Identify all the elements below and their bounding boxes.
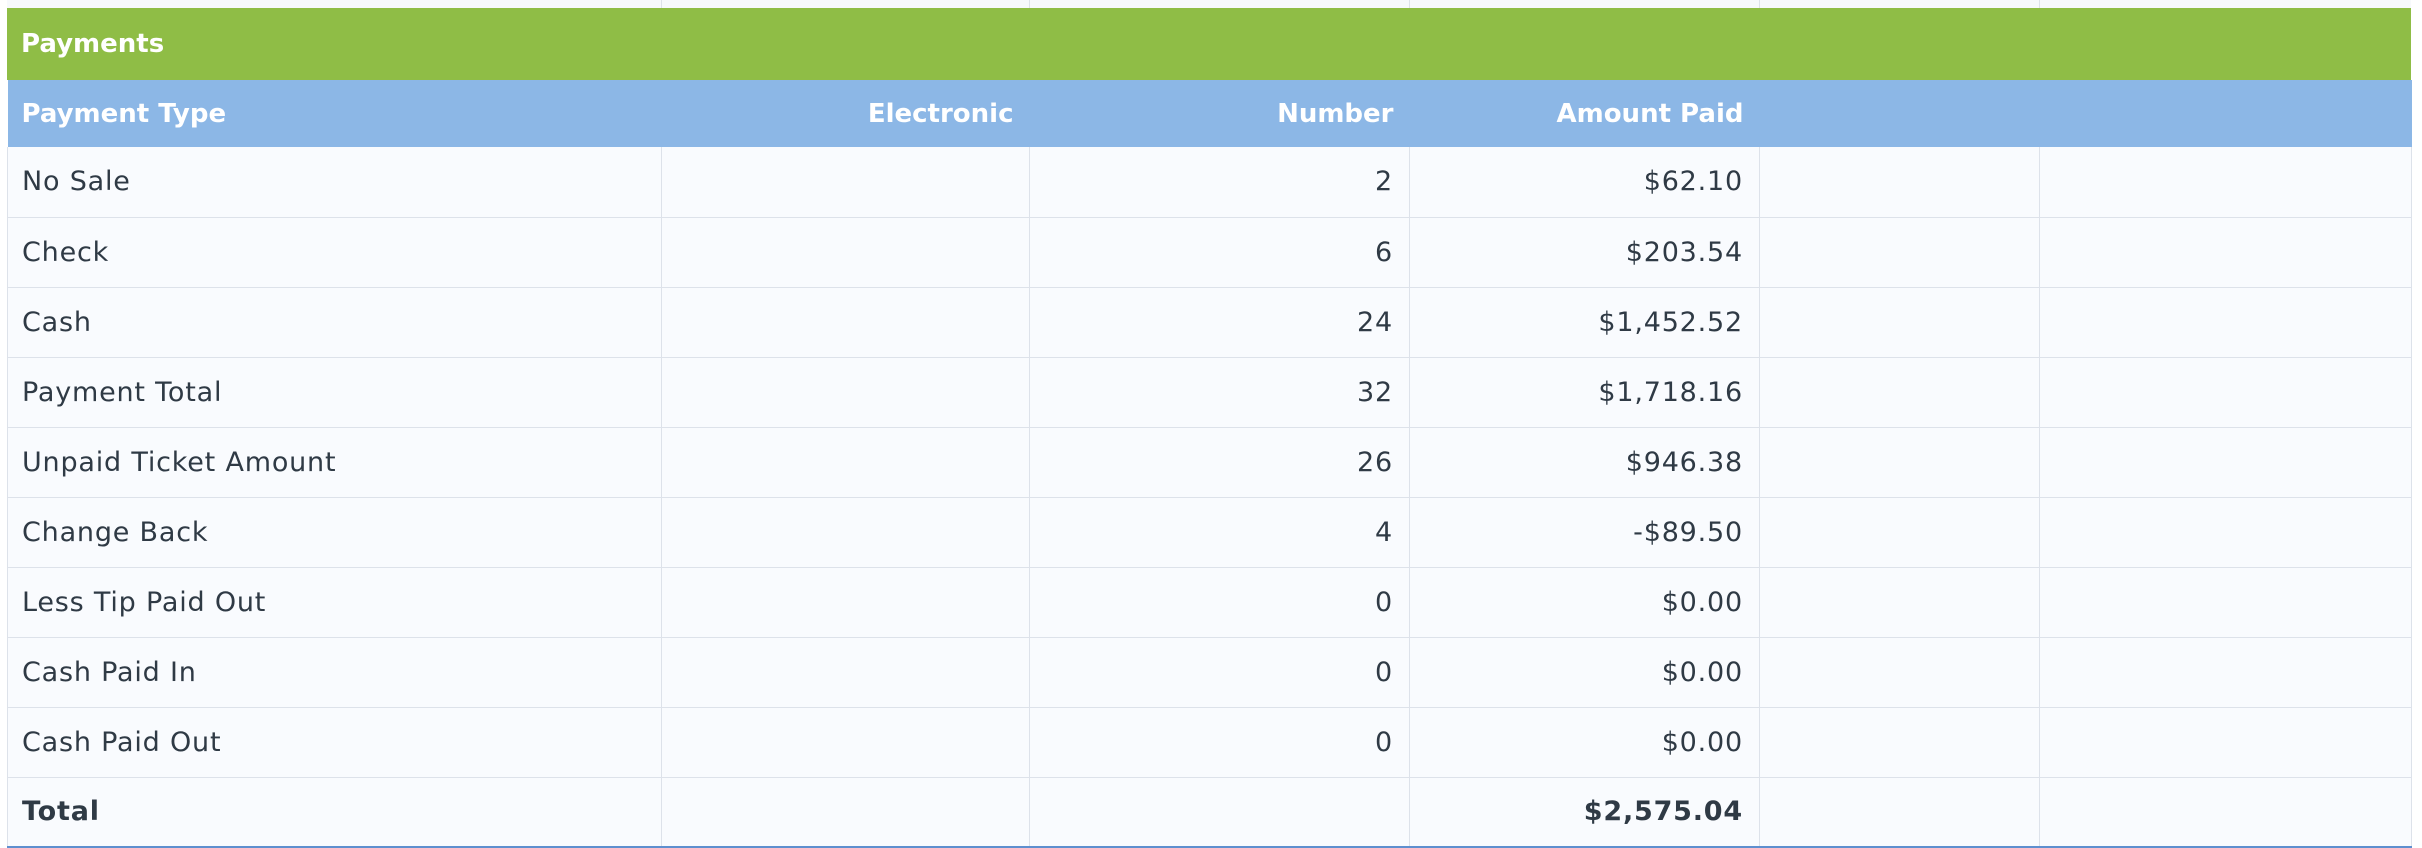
total-amount-paid: $2,575.04	[1409, 776, 1760, 848]
column-header-payment-type[interactable]: Payment Type	[7, 80, 662, 147]
amount-paid-cell: $1,718.16	[1409, 356, 1760, 428]
number-cell: 32	[1029, 356, 1410, 428]
amount-paid-cell: $946.38	[1409, 426, 1760, 498]
table-header-row: Payment Type Electronic Number Amount Pa…	[7, 80, 2412, 147]
empty-cell	[1759, 706, 2040, 778]
total-row[interactable]: Total $2,575.04	[7, 776, 2412, 848]
electronic-cell	[661, 286, 1030, 358]
table-row[interactable]: Change Back 4 -$89.50	[7, 496, 2412, 568]
payment-type-cell: Check	[7, 216, 662, 288]
column-header-empty	[2039, 80, 2412, 147]
electronic-cell	[661, 216, 1030, 288]
empty-cell	[1759, 566, 2040, 638]
payment-type-cell: No Sale	[7, 147, 662, 218]
grid-line	[661, 0, 662, 8]
payments-report: Payments Payment Type Electronic Number …	[7, 0, 2412, 848]
payment-type-cell: Cash Paid Out	[7, 706, 662, 778]
column-header-electronic[interactable]: Electronic	[661, 80, 1030, 147]
electronic-cell	[661, 147, 1030, 218]
table-row[interactable]: Check 6 $203.54	[7, 216, 2412, 288]
grid-line	[1029, 0, 1030, 8]
table-row[interactable]: Cash 24 $1,452.52	[7, 286, 2412, 358]
amount-paid-cell: $203.54	[1409, 216, 1760, 288]
empty-cell	[1759, 147, 2040, 218]
table-row[interactable]: Cash Paid In 0 $0.00	[7, 636, 2412, 708]
empty-cell	[2039, 286, 2412, 358]
amount-paid-cell: $0.00	[1409, 706, 1760, 778]
table-row[interactable]: Less Tip Paid Out 0 $0.00	[7, 566, 2412, 638]
electronic-cell	[661, 496, 1030, 568]
table-row[interactable]: No Sale 2 $62.10	[7, 147, 2412, 218]
total-label: Total	[7, 776, 662, 848]
empty-cell	[1759, 286, 2040, 358]
electronic-cell	[661, 706, 1030, 778]
grid-line	[1759, 0, 1760, 8]
empty-cell	[2039, 147, 2412, 218]
grid-line	[2039, 0, 2040, 8]
empty-cell	[1759, 216, 2040, 288]
empty-cell	[2039, 356, 2412, 428]
section-title: Payments	[7, 8, 2411, 80]
empty-cell	[1759, 426, 2040, 498]
number-cell: 24	[1029, 286, 1410, 358]
amount-paid-cell: $62.10	[1409, 147, 1760, 218]
electronic-cell	[661, 636, 1030, 708]
payment-type-cell: Cash	[7, 286, 662, 358]
empty-cell	[1759, 496, 2040, 568]
table-row[interactable]: Cash Paid Out 0 $0.00	[7, 706, 2412, 778]
column-header-amount-paid[interactable]: Amount Paid	[1409, 80, 1760, 147]
number-cell: 0	[1029, 706, 1410, 778]
electronic-cell	[661, 426, 1030, 498]
table-row[interactable]: Payment Total 32 $1,718.16	[7, 356, 2412, 428]
payment-type-cell: Payment Total	[7, 356, 662, 428]
empty-cell	[2039, 496, 2412, 568]
empty-cell	[1759, 356, 2040, 428]
column-header-empty	[1759, 80, 2040, 147]
column-header-number[interactable]: Number	[1029, 80, 1410, 147]
amount-paid-cell: -$89.50	[1409, 496, 1760, 568]
empty-cell	[2039, 216, 2412, 288]
electronic-cell	[661, 566, 1030, 638]
amount-paid-cell: $0.00	[1409, 566, 1760, 638]
number-cell: 0	[1029, 566, 1410, 638]
grid-line	[1409, 0, 1410, 8]
number-cell: 2	[1029, 147, 1410, 218]
number-cell: 26	[1029, 426, 1410, 498]
empty-cell	[2039, 566, 2412, 638]
payment-type-cell: Cash Paid In	[7, 636, 662, 708]
payments-table: Payment Type Electronic Number Amount Pa…	[7, 80, 2412, 848]
empty-cell	[2039, 636, 2412, 708]
previous-table-edge	[7, 0, 2411, 8]
empty-cell	[1759, 776, 2040, 848]
payment-type-cell: Change Back	[7, 496, 662, 568]
empty-cell	[2039, 706, 2412, 778]
number-cell	[1029, 776, 1410, 848]
amount-paid-cell: $0.00	[1409, 636, 1760, 708]
electronic-cell	[661, 356, 1030, 428]
table-row[interactable]: Unpaid Ticket Amount 26 $946.38	[7, 426, 2412, 498]
number-cell: 4	[1029, 496, 1410, 568]
amount-paid-cell: $1,452.52	[1409, 286, 1760, 358]
electronic-cell	[661, 776, 1030, 848]
empty-cell	[2039, 426, 2412, 498]
number-cell: 0	[1029, 636, 1410, 708]
empty-cell	[1759, 636, 2040, 708]
empty-cell	[2039, 776, 2412, 848]
payment-type-cell: Less Tip Paid Out	[7, 566, 662, 638]
number-cell: 6	[1029, 216, 1410, 288]
payment-type-cell: Unpaid Ticket Amount	[7, 426, 662, 498]
